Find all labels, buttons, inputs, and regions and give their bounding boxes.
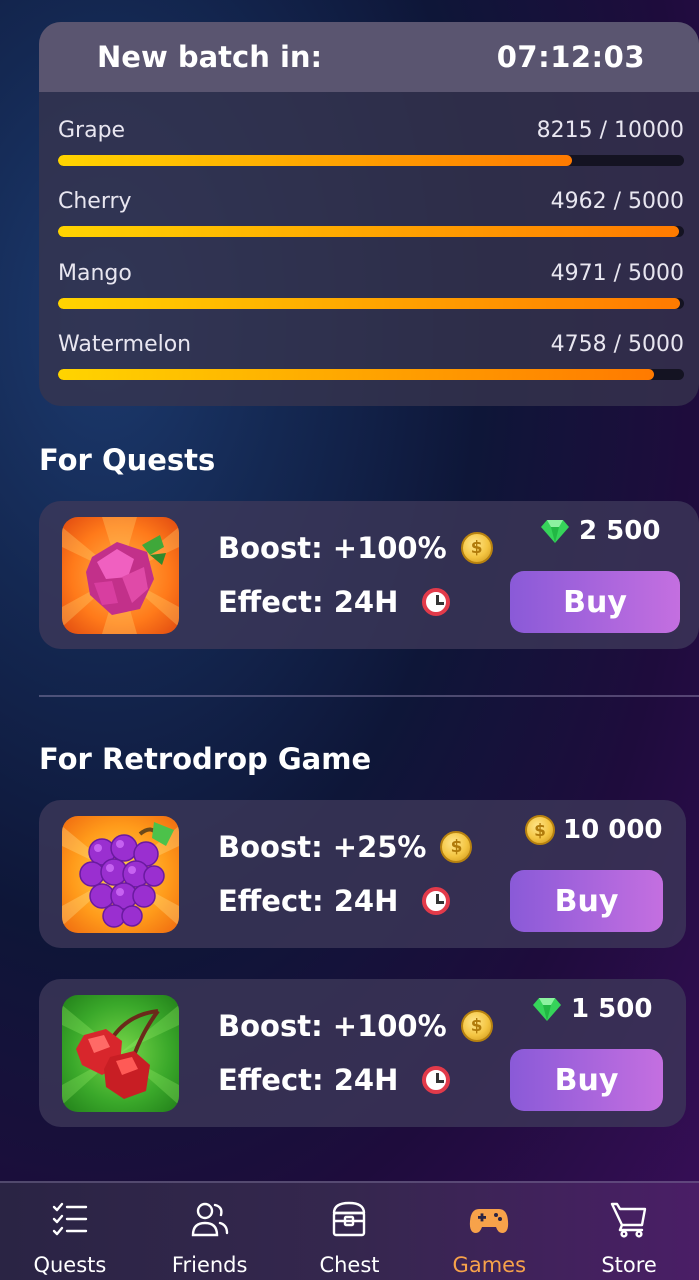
buy-button[interactable]: Buy (510, 571, 680, 633)
price: 10 000 (525, 815, 663, 845)
fruit-name: Mango (58, 261, 132, 286)
price: 1 500 (533, 994, 652, 1024)
bottom-nav: Quests Friends Chest Games Store (0, 1181, 699, 1280)
nav-label: Friends (171, 1253, 248, 1277)
alarm-clock-icon (422, 1066, 451, 1094)
nav-label: Chest (319, 1253, 380, 1277)
buy-button[interactable]: Buy (510, 870, 663, 932)
progress-bar (58, 226, 684, 237)
shop-screen: New batch in: 07:12:03 Grape 8215 / 1000… (0, 0, 699, 1280)
fruit-name: Grape (58, 118, 126, 143)
batch-timer: 07:12:03 (496, 40, 645, 74)
cherry-icon (62, 995, 179, 1112)
alarm-clock-icon (422, 887, 451, 915)
raspberry-icon (62, 517, 179, 634)
batch-header: New batch in: 07:12:03 (39, 22, 699, 92)
fruit-name: Cherry (58, 189, 132, 214)
nav-label: Quests (33, 1253, 107, 1277)
progress-fill (58, 226, 680, 237)
fruit-row-cherry: Cherry 4962 / 5000 (58, 189, 684, 237)
progress-fill (58, 155, 573, 166)
buy-button[interactable]: Buy (510, 1049, 663, 1111)
offer-card: Boost: +25% Effect: 24H 10 000 Buy (39, 800, 686, 948)
coin-icon (525, 815, 555, 845)
gem-icon (533, 998, 561, 1021)
gem-icon (541, 520, 569, 543)
nav-item-games[interactable]: Games (419, 1183, 559, 1280)
effect-line: Effect: 24H (218, 1063, 451, 1097)
effect-text: Effect: 24H (218, 585, 399, 619)
fruit-count: 4962 / 5000 (550, 189, 684, 214)
nav-item-chest[interactable]: Chest (280, 1183, 420, 1280)
price: 2 500 (541, 516, 660, 546)
fruit-count: 4758 / 5000 (550, 332, 684, 357)
alarm-clock-icon (422, 588, 451, 616)
fruit-row-watermelon: Watermelon 4758 / 5000 (58, 332, 684, 380)
progress-fill (58, 369, 654, 380)
nav-item-quests[interactable]: Quests (0, 1183, 140, 1280)
boost-line: Boost: +100% (218, 531, 493, 565)
boost-line: Boost: +100% (218, 1009, 493, 1043)
coin-icon (460, 532, 493, 564)
fruit-row-grape: Grape 8215 / 10000 (58, 118, 684, 166)
progress-bar (58, 155, 684, 166)
chest-icon (333, 1201, 366, 1237)
price-value: 2 500 (579, 516, 661, 546)
section-title-quests: For Quests (39, 443, 216, 477)
gamepad-icon (470, 1209, 509, 1233)
boost-text: Boost: +100% (218, 531, 447, 565)
effect-text: Effect: 24H (218, 1063, 399, 1097)
fruit-count: 4971 / 5000 (550, 261, 684, 286)
progress-bar (58, 369, 684, 380)
batch-title: New batch in: (97, 40, 323, 74)
checklist-icon (52, 1202, 88, 1236)
coin-icon (460, 1010, 493, 1042)
progress-bar (58, 298, 684, 309)
nav-label: Store (601, 1253, 657, 1277)
effect-line: Effect: 24H (218, 884, 451, 918)
batch-card: New batch in: 07:12:03 Grape 8215 / 1000… (39, 22, 699, 406)
boost-line: Boost: +25% (218, 830, 473, 864)
boost-text: Boost: +25% (218, 830, 427, 864)
nav-label: Games (452, 1253, 527, 1277)
offer-card: Boost: +100% Effect: 24H 1 500 Buy (39, 979, 686, 1127)
price-value: 10 000 (563, 815, 663, 845)
grape-icon (62, 816, 179, 933)
fruit-count: 8215 / 10000 (536, 118, 684, 143)
offer-card: Boost: +100% Effect: 24H 2 500 Buy (39, 501, 699, 649)
friends-icon (191, 1202, 228, 1237)
fruit-row-mango: Mango 4971 / 5000 (58, 261, 684, 309)
progress-fill (58, 298, 681, 309)
fruit-name: Watermelon (58, 332, 192, 357)
price-value: 1 500 (571, 994, 653, 1024)
effect-text: Effect: 24H (218, 884, 399, 918)
coin-icon (440, 831, 473, 863)
nav-item-store[interactable]: Store (559, 1183, 699, 1280)
effect-line: Effect: 24H (218, 585, 451, 619)
divider (39, 695, 699, 697)
cart-icon (610, 1202, 647, 1238)
section-title-retrodrop: For Retrodrop Game (39, 742, 372, 776)
boost-text: Boost: +100% (218, 1009, 447, 1043)
nav-item-friends[interactable]: Friends (140, 1183, 280, 1280)
